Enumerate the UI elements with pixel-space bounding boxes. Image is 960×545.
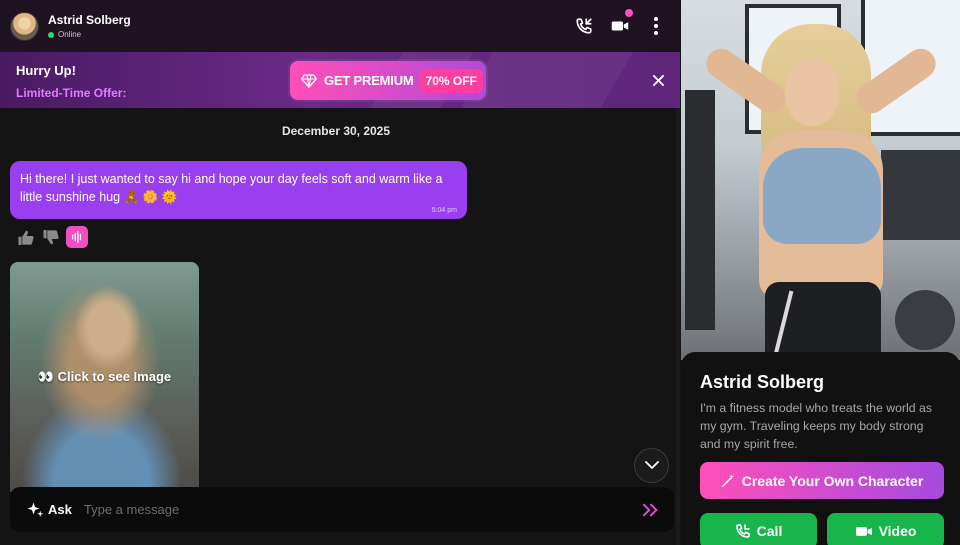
chat-header: Astrid Solberg Online (0, 0, 680, 52)
chat-scrollbar[interactable] (676, 108, 680, 545)
thumbs-down-icon[interactable] (41, 227, 61, 247)
scroll-down-button[interactable] (634, 448, 669, 483)
discount-badge: 70% OFF (419, 68, 483, 93)
status-text: Online (58, 30, 82, 39)
phone-icon (735, 524, 750, 538)
sparkle-icon (27, 502, 44, 517)
chat-pane: Astrid Solberg Online Hurry Up! Limited-… (0, 0, 680, 545)
ask-label: Ask (48, 502, 72, 517)
call-button[interactable]: Call (700, 513, 817, 545)
phone-call-icon[interactable] (574, 16, 594, 36)
create-character-button[interactable]: Create Your Own Character (700, 462, 944, 499)
message-reactions (16, 226, 88, 248)
date-separator: December 30, 2025 (281, 124, 391, 138)
notification-dot (625, 9, 633, 17)
message-bubble: Hi there! I just wanted to say hi and ho… (10, 161, 467, 219)
close-icon[interactable] (650, 72, 666, 88)
header-actions (574, 9, 666, 36)
send-icon[interactable] (640, 499, 662, 521)
header-name: Astrid Solberg (48, 13, 131, 27)
thumbs-up-icon[interactable] (16, 227, 36, 247)
magic-wand-icon (721, 474, 734, 487)
locked-image[interactable]: 👀 Click to see Image (10, 262, 199, 492)
create-character-label: Create Your Own Character (741, 472, 924, 489)
promo-subtitle: Limited-Time Offer: (16, 86, 127, 100)
header-info: Astrid Solberg Online (48, 13, 131, 39)
click-to-see-label: 👀 Click to see Image (37, 369, 172, 384)
profile-pane: Astrid Solberg I'm a fitness model who t… (681, 0, 960, 545)
message-time: 5:04 pm (431, 207, 457, 214)
chevron-down-icon (644, 461, 659, 469)
profile-photo (681, 0, 960, 360)
header-status: Online (48, 30, 131, 39)
message-input[interactable] (83, 502, 640, 517)
promo-banner: Hurry Up! Limited-Time Offer: GET PREMIU… (0, 52, 680, 108)
video-call-icon[interactable] (610, 9, 633, 36)
video-camera-icon (855, 526, 872, 536)
play-audio-icon[interactable] (66, 226, 88, 248)
ask-button[interactable]: Ask (26, 501, 72, 519)
promo-title: Hurry Up! (16, 63, 76, 78)
video-button[interactable]: Video (827, 513, 944, 545)
avatar[interactable] (10, 11, 39, 41)
video-label: Video (878, 523, 917, 539)
online-indicator (48, 31, 54, 38)
premium-label: GET PREMIUM (324, 73, 414, 88)
message-text: Hi there! I just wanted to say hi and ho… (20, 172, 443, 204)
profile-card: Astrid Solberg I'm a fitness model who t… (681, 352, 960, 545)
profile-bio: I'm a fitness model who treats the world… (700, 401, 932, 451)
get-premium-button[interactable]: GET PREMIUM 70% OFF (290, 61, 486, 100)
message-composer: Ask (10, 487, 674, 532)
locked-image-overlay: 👀 Click to see Image (10, 262, 199, 492)
more-options-icon[interactable] (646, 16, 666, 36)
diamond-icon (301, 73, 317, 88)
profile-name: Astrid Solberg (700, 372, 825, 392)
call-label: Call (756, 523, 783, 539)
